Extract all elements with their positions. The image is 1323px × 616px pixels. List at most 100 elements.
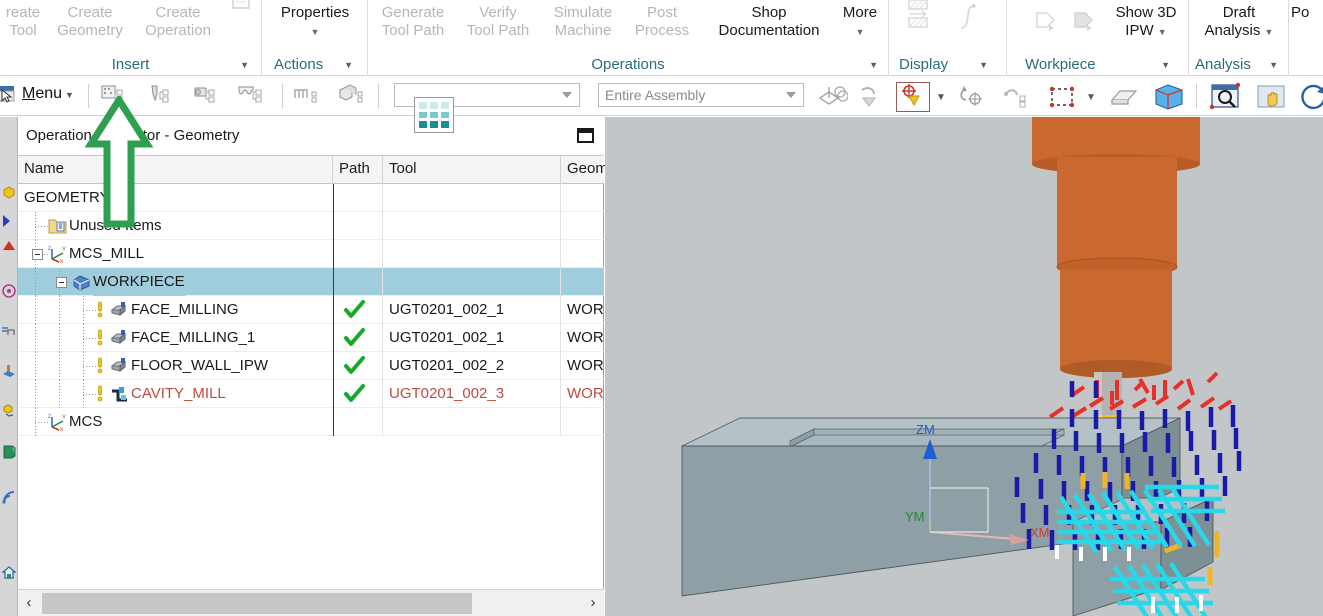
column-header-geometry[interactable]: Geom — [561, 156, 608, 184]
tree-row[interactable]: CAVITY_MILL UGT0201_002_3 WOR — [18, 380, 604, 408]
rectangle-select-icon[interactable] — [1046, 84, 1080, 110]
grid-cell[interactable] — [419, 121, 427, 128]
grid-cell[interactable] — [419, 111, 427, 119]
ribbon-button-properties[interactable]: Properties ▼ — [262, 4, 368, 41]
ribbon-group-expand-analysis[interactable]: ▼ — [1269, 60, 1278, 70]
scroll-left-arrow[interactable]: ‹ — [18, 590, 40, 616]
tree-cell-tool — [383, 212, 561, 240]
tree-horizontal-scrollbar[interactable]: ‹ › — [18, 589, 604, 616]
column-header-tool[interactable]: Tool — [383, 156, 561, 184]
display-curve-icon[interactable] — [951, 0, 985, 38]
wcs-origin-dropdown[interactable]: ▼ — [936, 92, 946, 103]
scroll-right-arrow[interactable]: › — [582, 590, 604, 616]
machine-tool-navigator-icon[interactable] — [1, 443, 17, 459]
viewport-scene: ZM XM YM — [681, 117, 1242, 616]
wcs-origin-button[interactable] — [896, 82, 930, 112]
rotate-view-icon[interactable] — [1298, 82, 1323, 112]
part-navigator-icon[interactable] — [1, 213, 17, 229]
panel-dock-button[interactable] — [577, 128, 594, 143]
create-machine-toolbar-icon[interactable] — [192, 84, 224, 108]
machining-geometry-view-icon[interactable] — [336, 84, 370, 108]
assembly-scope-combo[interactable]: Entire Assembly — [598, 83, 804, 107]
column-header-path[interactable]: Path — [333, 156, 383, 184]
ribbon-button-generate-tool-path[interactable]: Generate Tool Path — [372, 4, 454, 40]
ribbon-button-create-operation[interactable]: Create Operation — [134, 4, 222, 40]
ribbon-group-expand-actions[interactable]: ▼ — [344, 60, 353, 70]
tree-row[interactable]: FACE_MILLING_1 UGT0201_002_1 WOR — [18, 324, 604, 352]
scrollbar-thumb[interactable] — [42, 593, 472, 614]
tree-row[interactable]: z Yx MCS_MILL — [18, 240, 604, 268]
grid-cell[interactable] — [430, 111, 438, 119]
section-box-icon[interactable] — [1150, 82, 1186, 112]
grid-cell[interactable] — [430, 121, 438, 128]
move-object-icon[interactable] — [858, 84, 886, 110]
home-icon[interactable] — [1, 565, 17, 581]
menu-button[interactable]: Menu ▼ — [22, 85, 74, 103]
grid-cell[interactable] — [441, 102, 449, 109]
chevron-down-icon[interactable] — [562, 92, 572, 98]
grid-cell[interactable] — [419, 102, 427, 109]
reuse-library-icon[interactable] — [1, 237, 17, 253]
ribbon-group-expand-insert[interactable]: ▼ — [240, 60, 249, 70]
tree-cell-path — [333, 212, 383, 240]
wcs-dynamic-icon[interactable] — [816, 84, 848, 110]
chevron-down-icon[interactable]: ▼ — [1265, 27, 1274, 37]
tree-expander-collapse[interactable] — [32, 249, 43, 260]
ribbon-button-more-operations[interactable]: More ▼ — [834, 4, 886, 41]
axis-label-xm: XM — [1030, 525, 1050, 540]
chevron-down-icon[interactable]: ▼ — [834, 23, 886, 41]
display-grid-popup[interactable] — [414, 97, 454, 133]
rectangle-select-dropdown[interactable]: ▼ — [1086, 92, 1096, 103]
ribbon-button-post-cut-partial[interactable]: Po — [1291, 4, 1323, 22]
ribbon-button-draft-analysis[interactable]: Draft Analysis ▼ — [1189, 4, 1289, 41]
tree-row-label: WORKPIECE — [93, 268, 185, 296]
assembly-navigator-icon[interactable] — [1, 185, 17, 201]
mcs-icon: z Yx — [48, 245, 67, 265]
graphics-viewport[interactable]: ZM XM YM — [605, 117, 1323, 616]
web-browser-icon[interactable] — [1, 323, 17, 339]
ribbon-button-show-3d-ipw[interactable]: Show 3D IPW ▼ — [1103, 4, 1189, 41]
wcs-orient-icon[interactable] — [958, 84, 988, 110]
ribbon-button-shop-documentation[interactable]: Shop Documentation — [698, 4, 840, 40]
hd3d-tools-icon[interactable] — [1, 283, 17, 299]
grid-cell[interactable] — [441, 121, 449, 128]
tree-expander-collapse[interactable] — [56, 277, 67, 288]
chevron-down-icon[interactable] — [786, 92, 796, 98]
ribbon-group-expand-display[interactable]: ▼ — [979, 60, 988, 70]
ribbon-button-simulate-machine-line1: Simulate — [553, 4, 613, 21]
column-header-name[interactable]: Name — [18, 156, 333, 184]
selection-cursor-icon[interactable] — [0, 84, 22, 108]
process-navigator-icon[interactable] — [1, 403, 17, 419]
tree-row[interactable]: FLOOR_WALL_IPW UGT0201_002_2 WOR — [18, 352, 604, 380]
tree-row[interactable]: z Yx MCS — [18, 408, 604, 436]
svg-text:z: z — [48, 246, 51, 252]
tree-row[interactable]: FACE_MILLING UGT0201_002_1 WOR — [18, 296, 604, 324]
ipw-play-icon[interactable] — [1031, 8, 1061, 36]
ribbon-button-verify-tool-path[interactable]: Verify Tool Path — [458, 4, 538, 40]
chevron-down-icon[interactable]: ▼ — [1158, 27, 1167, 37]
ribbon-button-simulate-machine[interactable]: Simulate Machine — [540, 4, 626, 40]
ribbon-group-postcut: Po — [1289, 0, 1323, 76]
display-section-icon[interactable] — [901, 8, 935, 38]
history-icon[interactable] — [1, 363, 17, 379]
ipw-solid-play-icon[interactable] — [1069, 8, 1099, 36]
ribbon-group-expand-workpiece[interactable]: ▼ — [1161, 60, 1170, 70]
blank-geometry-icon[interactable] — [1002, 84, 1034, 110]
grid-cell[interactable] — [441, 111, 449, 119]
program-order-view-icon[interactable] — [292, 84, 326, 108]
ribbon-button-post-process[interactable]: Post Process — [626, 4, 698, 40]
tree-row[interactable]: WORKPIECE — [18, 268, 604, 296]
create-method-toolbar-icon[interactable] — [236, 84, 270, 108]
zoom-window-icon[interactable] — [1208, 82, 1244, 112]
svg-text:x: x — [60, 259, 63, 263]
grid-cell[interactable] — [430, 102, 438, 109]
ribbon-group-expand-operations[interactable]: ▼ — [869, 60, 878, 70]
tree-row-label: FLOOR_WALL_IPW — [131, 357, 268, 374]
tree-cell-name: WORKPIECE — [18, 268, 333, 296]
hide-geometry-icon[interactable] — [1108, 82, 1144, 112]
ribbon-button-create-geometry[interactable]: Create Geometry — [48, 4, 132, 40]
chevron-down-icon[interactable]: ▼ — [262, 23, 368, 41]
chevron-down-icon[interactable]: ▼ — [65, 90, 74, 100]
pan-icon[interactable] — [1254, 82, 1290, 112]
broadcast-icon[interactable] — [1, 489, 17, 505]
